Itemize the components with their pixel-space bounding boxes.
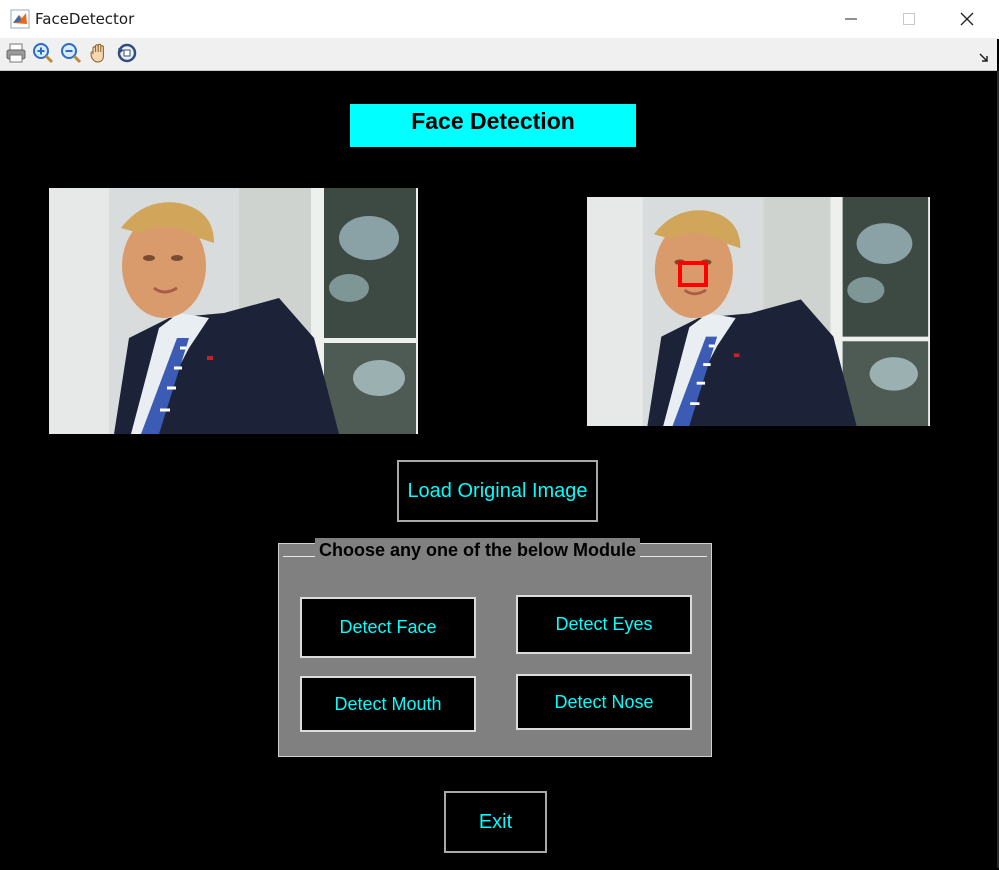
load-original-image-button[interactable]: Load Original Image bbox=[397, 460, 598, 522]
close-button[interactable] bbox=[938, 0, 996, 38]
module-panel-legend: Choose any one of the below Module bbox=[315, 538, 641, 562]
detect-eyes-button[interactable]: Detect Eyes bbox=[516, 595, 692, 654]
figure-canvas: Face Detection Load Original Image Choos… bbox=[0, 71, 999, 868]
figure-toolbar bbox=[0, 38, 997, 71]
zoom-out-icon[interactable] bbox=[59, 41, 83, 65]
zoom-in-icon[interactable] bbox=[31, 41, 55, 65]
matlab-icon bbox=[10, 9, 30, 29]
dock-arrow-icon[interactable] bbox=[979, 50, 989, 62]
detection-bounding-box bbox=[678, 261, 708, 287]
title-bar: FaceDetector bbox=[0, 0, 999, 39]
original-image bbox=[49, 188, 418, 434]
detect-nose-button[interactable]: Detect Nose bbox=[516, 674, 692, 730]
window-title: FaceDetector bbox=[35, 10, 135, 28]
detect-face-button[interactable]: Detect Face bbox=[300, 597, 476, 658]
page-title: Face Detection bbox=[350, 104, 636, 147]
detect-mouth-button[interactable]: Detect Mouth bbox=[300, 676, 476, 732]
maximize-button[interactable] bbox=[880, 0, 938, 38]
detected-image bbox=[587, 197, 930, 426]
minimize-button[interactable] bbox=[822, 0, 880, 38]
exit-button[interactable]: Exit bbox=[444, 791, 547, 853]
print-icon[interactable] bbox=[4, 41, 28, 65]
rotate-3d-icon[interactable] bbox=[115, 41, 139, 65]
pan-hand-icon[interactable] bbox=[87, 41, 111, 65]
module-panel: Choose any one of the below Module Detec… bbox=[278, 538, 712, 757]
